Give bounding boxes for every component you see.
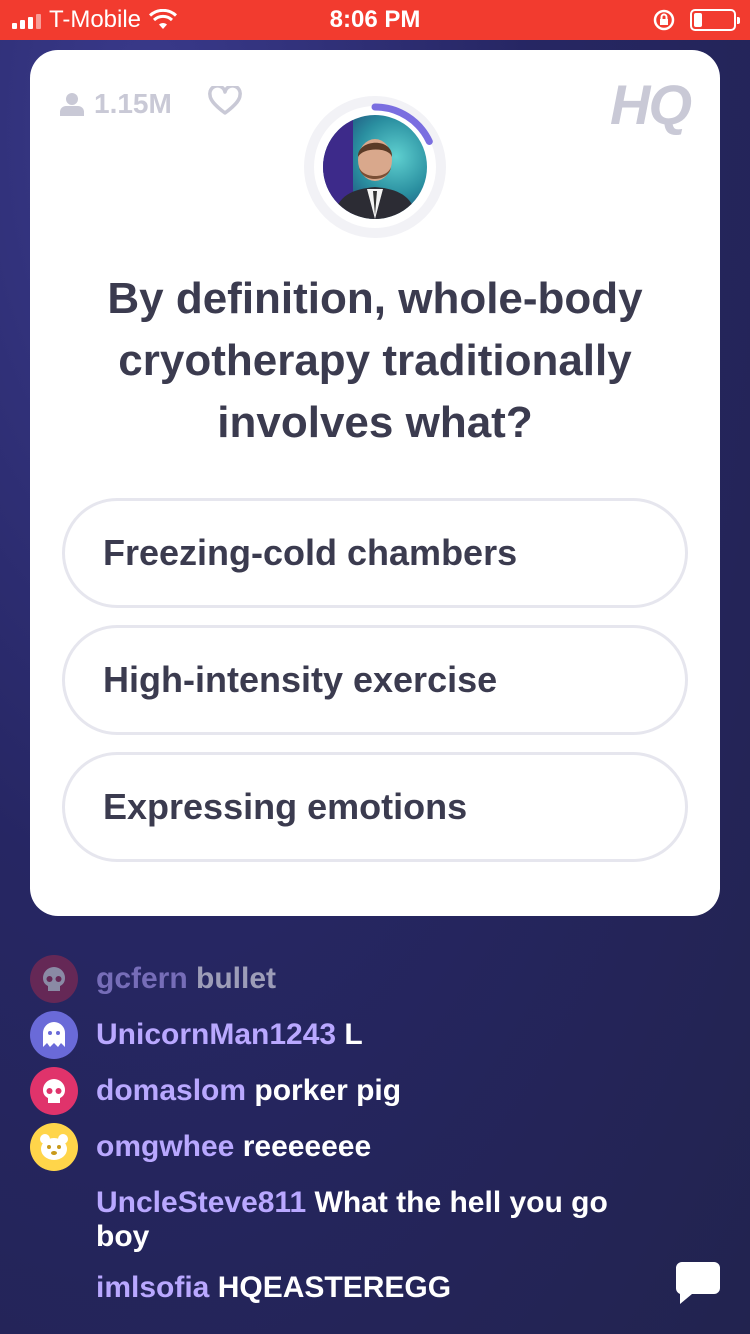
chat-text: L: [344, 1018, 363, 1051]
chat-text: porker pig: [254, 1074, 402, 1107]
skull-icon: [30, 955, 78, 1003]
chat-bubble-icon[interactable]: [674, 1258, 722, 1306]
host-timer: [303, 95, 447, 239]
chat-message: imlsofia HQEASTEREGG: [96, 1264, 451, 1305]
viewer-count: 1.15M: [60, 88, 172, 120]
viewer-count-label: 1.15M: [94, 88, 172, 119]
hq-logo: HQ: [610, 73, 692, 136]
status-bar: T-Mobile 8:06 PM: [0, 0, 750, 40]
answer-option-2[interactable]: High-intensity exercise: [62, 625, 688, 735]
question-text: By definition, whole-body cryotherapy tr…: [107, 274, 643, 447]
chat-message: UncleSteve811 What the hell you go boy: [96, 1179, 656, 1254]
host-avatar: [323, 115, 427, 219]
chat-text: bullet: [196, 962, 277, 995]
chat-message: gcfern bullet: [30, 955, 276, 1003]
chat-message: omgwhee reeeeeee: [30, 1123, 371, 1171]
chat-username: UncleSteve811: [96, 1186, 307, 1219]
heart-icon[interactable]: [208, 86, 242, 116]
answer-label: Expressing emotions: [103, 786, 468, 827]
carrier-label: T-Mobile: [49, 6, 142, 33]
answer-option-1[interactable]: Freezing-cold chambers: [62, 498, 688, 608]
user-icon: [60, 93, 84, 116]
question-card: 1.15M HQ By definition, whole-body cryot…: [30, 50, 720, 916]
battery-icon: [690, 9, 740, 31]
skull-icon: [30, 1067, 78, 1115]
answer-label: High-intensity exercise: [103, 659, 498, 700]
chat-username: gcfern: [96, 962, 188, 995]
chat-text: HQEASTEREGG: [217, 1271, 452, 1304]
ghost-icon: [30, 1011, 78, 1059]
chat-username: UnicornMan1243: [96, 1018, 337, 1051]
rotation-lock-icon: [653, 9, 675, 31]
chat-text: reeeeeee: [242, 1130, 372, 1163]
chat-message: UnicornMan1243 L: [30, 1011, 363, 1059]
chat-username: omgwhee: [96, 1130, 235, 1163]
answer-option-3[interactable]: Expressing emotions: [62, 752, 688, 862]
wifi-icon: [149, 9, 178, 29]
chat-username: domaslom: [96, 1074, 247, 1107]
chat-username: imlsofia: [96, 1271, 210, 1304]
signal-icon: [12, 11, 41, 29]
answer-label: Freezing-cold chambers: [103, 532, 518, 573]
bear-icon: [30, 1123, 78, 1171]
chat-message: domaslom porker pig: [30, 1067, 401, 1115]
